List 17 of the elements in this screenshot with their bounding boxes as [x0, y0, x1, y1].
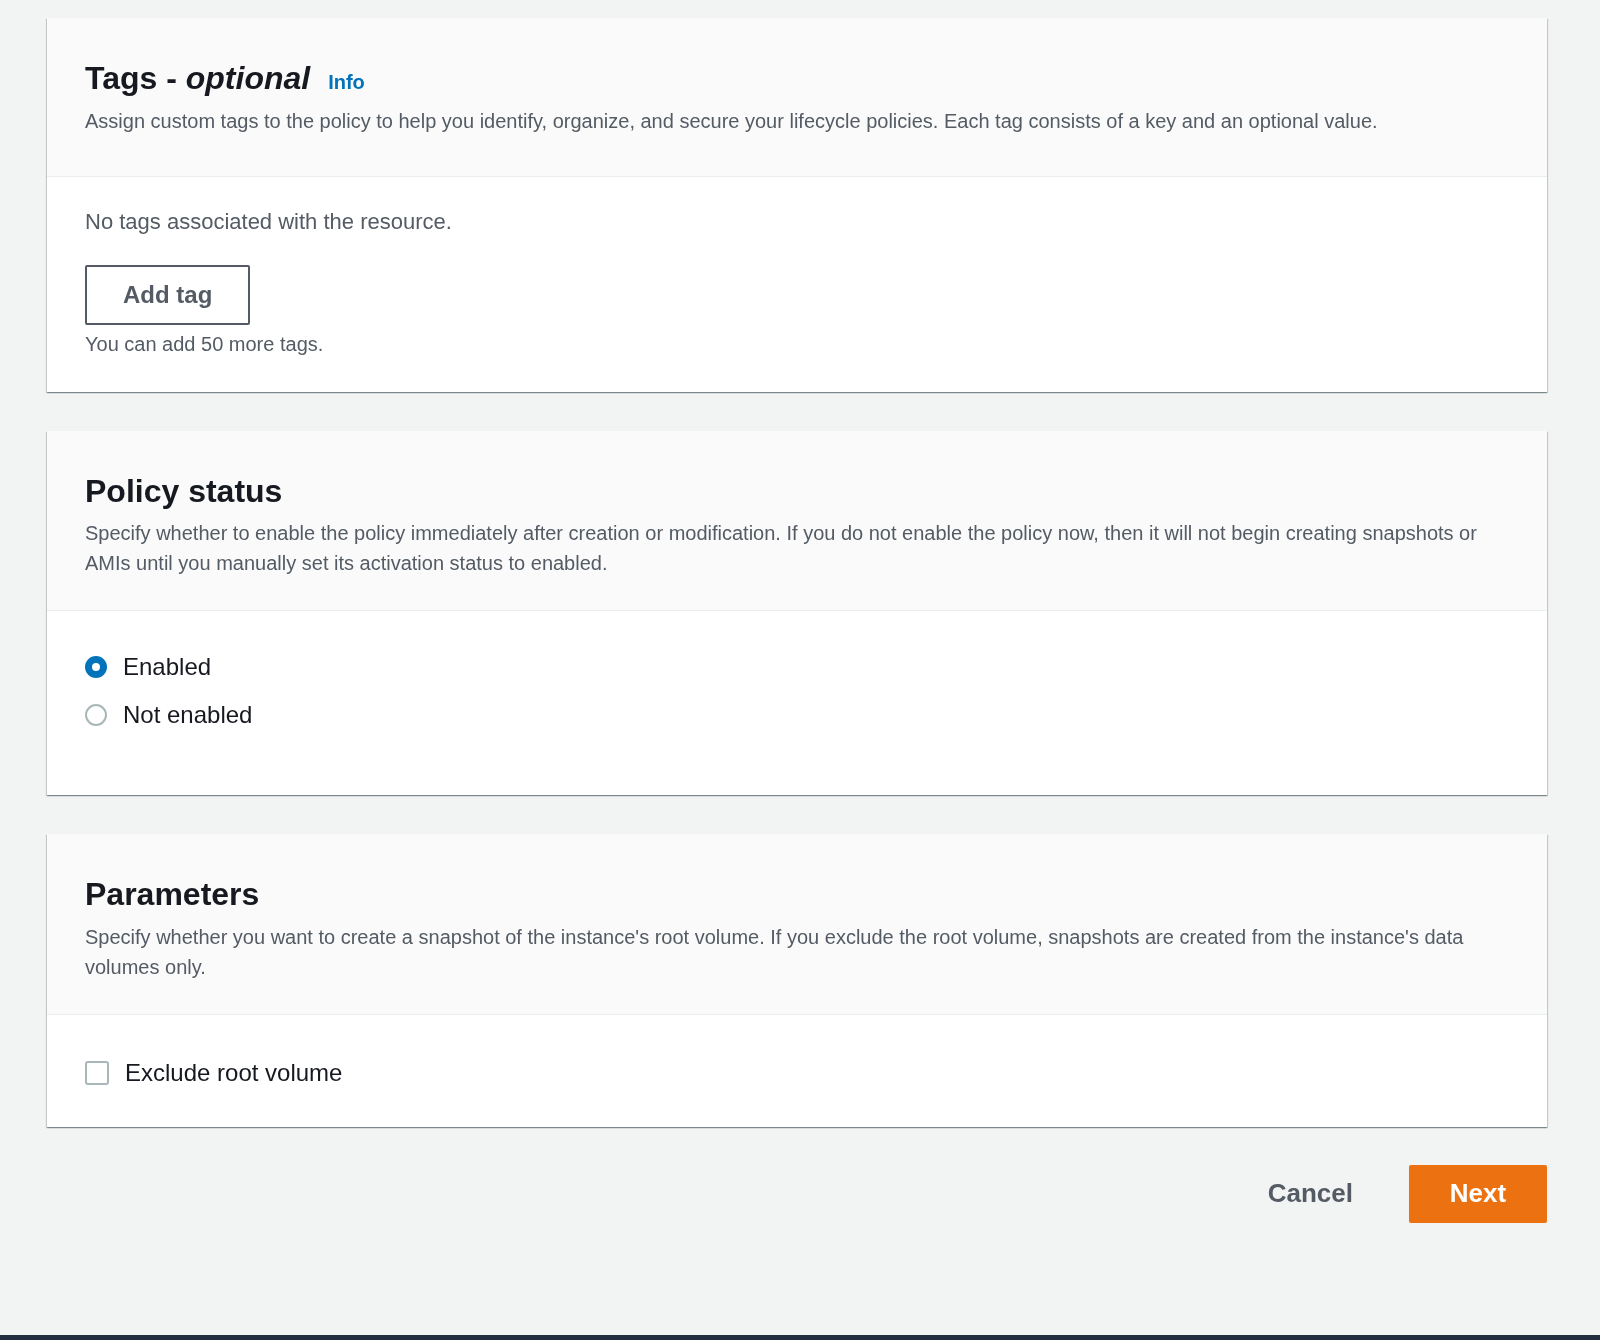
section-description: Assign custom tags to the policy to help you identify, organize, and secure your lifecycle policies. Each tag consists of a key and an optional value. — [85, 108, 1379, 134]
radio-button[interactable] — [85, 656, 107, 679]
empty-message: No tags associated with the resource. — [85, 208, 453, 235]
cancel-button[interactable]: Cancel — [1247, 1164, 1373, 1223]
section-description: Specify whether you want to create a snapshot of the instance's root volume. If you exclude the root volume, snapshots are created from the instance's data volumes only. — [85, 924, 1465, 980]
radio-button[interactable] — [85, 704, 107, 727]
info-link[interactable]: Info — [328, 71, 365, 94]
hint-text: You can add 50 more tags. — [85, 332, 325, 356]
section-description: Specify whether to enable the policy immediately after creation or modification. If you do not enable the policy now, then it will not begin creating snapshots or AMIs until you manually set its activation status to enabled. — [85, 521, 1478, 577]
section-title: Tags - optional — [85, 59, 311, 98]
section-title: Parameters — [85, 875, 261, 915]
section-title: Policy status — [85, 471, 284, 511]
checkbox-label: Exclude root volume — [125, 1058, 343, 1087]
checkbox[interactable] — [85, 1060, 109, 1085]
radio-label: Enabled — [123, 653, 212, 682]
add-tag-button[interactable]: Add tag — [85, 264, 251, 325]
radio-label: Not enabled — [123, 701, 253, 730]
